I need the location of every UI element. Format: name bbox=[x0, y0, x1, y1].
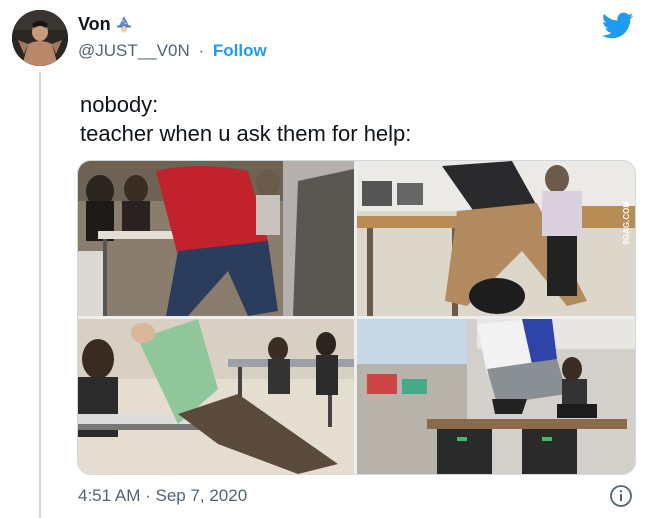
twitter-bird-icon[interactable] bbox=[602, 12, 634, 40]
tweet-text-line-1: nobody: bbox=[80, 92, 159, 117]
wizard-emoji-icon bbox=[116, 15, 131, 33]
media-grid[interactable]: 9GAG.COM bbox=[77, 160, 636, 475]
watermark: 9GAG.COM bbox=[622, 201, 631, 245]
info-icon[interactable] bbox=[609, 484, 633, 508]
thread-line bbox=[39, 72, 41, 518]
photo-teacher-leaning-desk[interactable] bbox=[78, 161, 354, 316]
photo-teacher-stretching[interactable]: 9GAG.COM bbox=[357, 161, 635, 316]
handle[interactable]: @JUST__V0N bbox=[78, 41, 190, 60]
name-row: Von bbox=[78, 14, 134, 35]
photo-teacher-kneeling[interactable] bbox=[78, 319, 354, 474]
display-name[interactable]: Von bbox=[78, 14, 111, 35]
tweet-card: Von @JUST__V0N · Follow nobody: teacher … bbox=[0, 0, 650, 518]
photo-teacher-on-chair[interactable] bbox=[357, 319, 635, 474]
follow-link[interactable]: Follow bbox=[213, 41, 267, 60]
separator-dot: · bbox=[198, 41, 205, 60]
handle-row: @JUST__V0N · Follow bbox=[78, 41, 267, 61]
avatar[interactable] bbox=[12, 10, 68, 66]
tweet-text: nobody: teacher when u ask them for help… bbox=[80, 90, 411, 148]
timestamp[interactable]: 4:51 AM · Sep 7, 2020 bbox=[78, 486, 247, 506]
tweet-text-line-2: teacher when u ask them for help: bbox=[80, 121, 412, 146]
